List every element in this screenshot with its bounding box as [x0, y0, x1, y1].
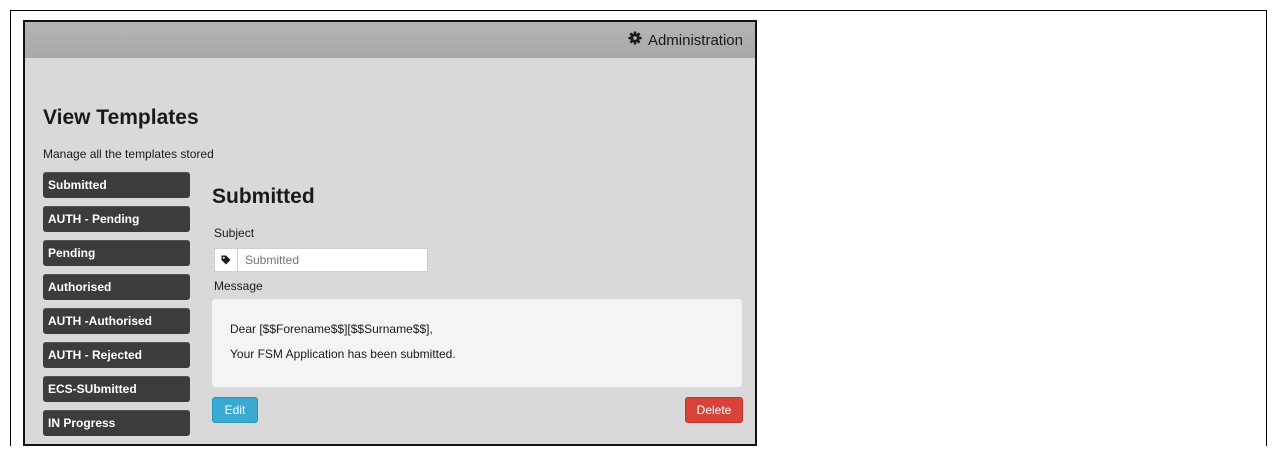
top-bar: Administration: [25, 22, 755, 58]
sidebar-item-in-progress[interactable]: IN Progress: [43, 410, 190, 436]
message-label: Message: [214, 279, 263, 293]
sidebar-item-ecs-submitted[interactable]: ECS-SUbmitted: [43, 376, 190, 402]
message-body: Dear [$$Forename$$][$$Surname$$], Your F…: [212, 299, 742, 387]
message-line-greeting: Dear [$$Forename$$][$$Surname$$],: [230, 322, 433, 336]
app-window: Administration View Templates Manage all…: [23, 20, 757, 446]
subject-field: [214, 248, 428, 272]
template-title: Submitted: [212, 185, 315, 208]
edit-button[interactable]: Edit: [212, 397, 258, 423]
administration-link[interactable]: Administration: [628, 31, 743, 49]
tag-icon: [215, 249, 238, 271]
sidebar-item-auth-authorised[interactable]: AUTH -Authorised: [43, 308, 190, 334]
subject-label: Subject: [214, 226, 255, 240]
sidebar-item-authorised[interactable]: Authorised: [43, 274, 190, 300]
template-list: Submitted AUTH - Pending Pending Authori…: [43, 172, 190, 444]
sidebar-item-submitted[interactable]: Submitted: [43, 172, 190, 198]
page-subtitle: Manage all the templates stored: [43, 147, 214, 161]
page-title: View Templates: [43, 106, 199, 129]
administration-label: Administration: [647, 31, 743, 49]
sidebar-item-pending[interactable]: Pending: [43, 240, 190, 266]
delete-button[interactable]: Delete: [685, 397, 743, 423]
message-line-body: Your FSM Application has been submitted.: [230, 347, 456, 361]
gear-icon: [628, 31, 642, 49]
sidebar-item-auth-pending[interactable]: AUTH - Pending: [43, 206, 190, 232]
sidebar-item-auth-rejected[interactable]: AUTH - Rejected: [43, 342, 190, 368]
subject-input[interactable]: [238, 249, 427, 271]
